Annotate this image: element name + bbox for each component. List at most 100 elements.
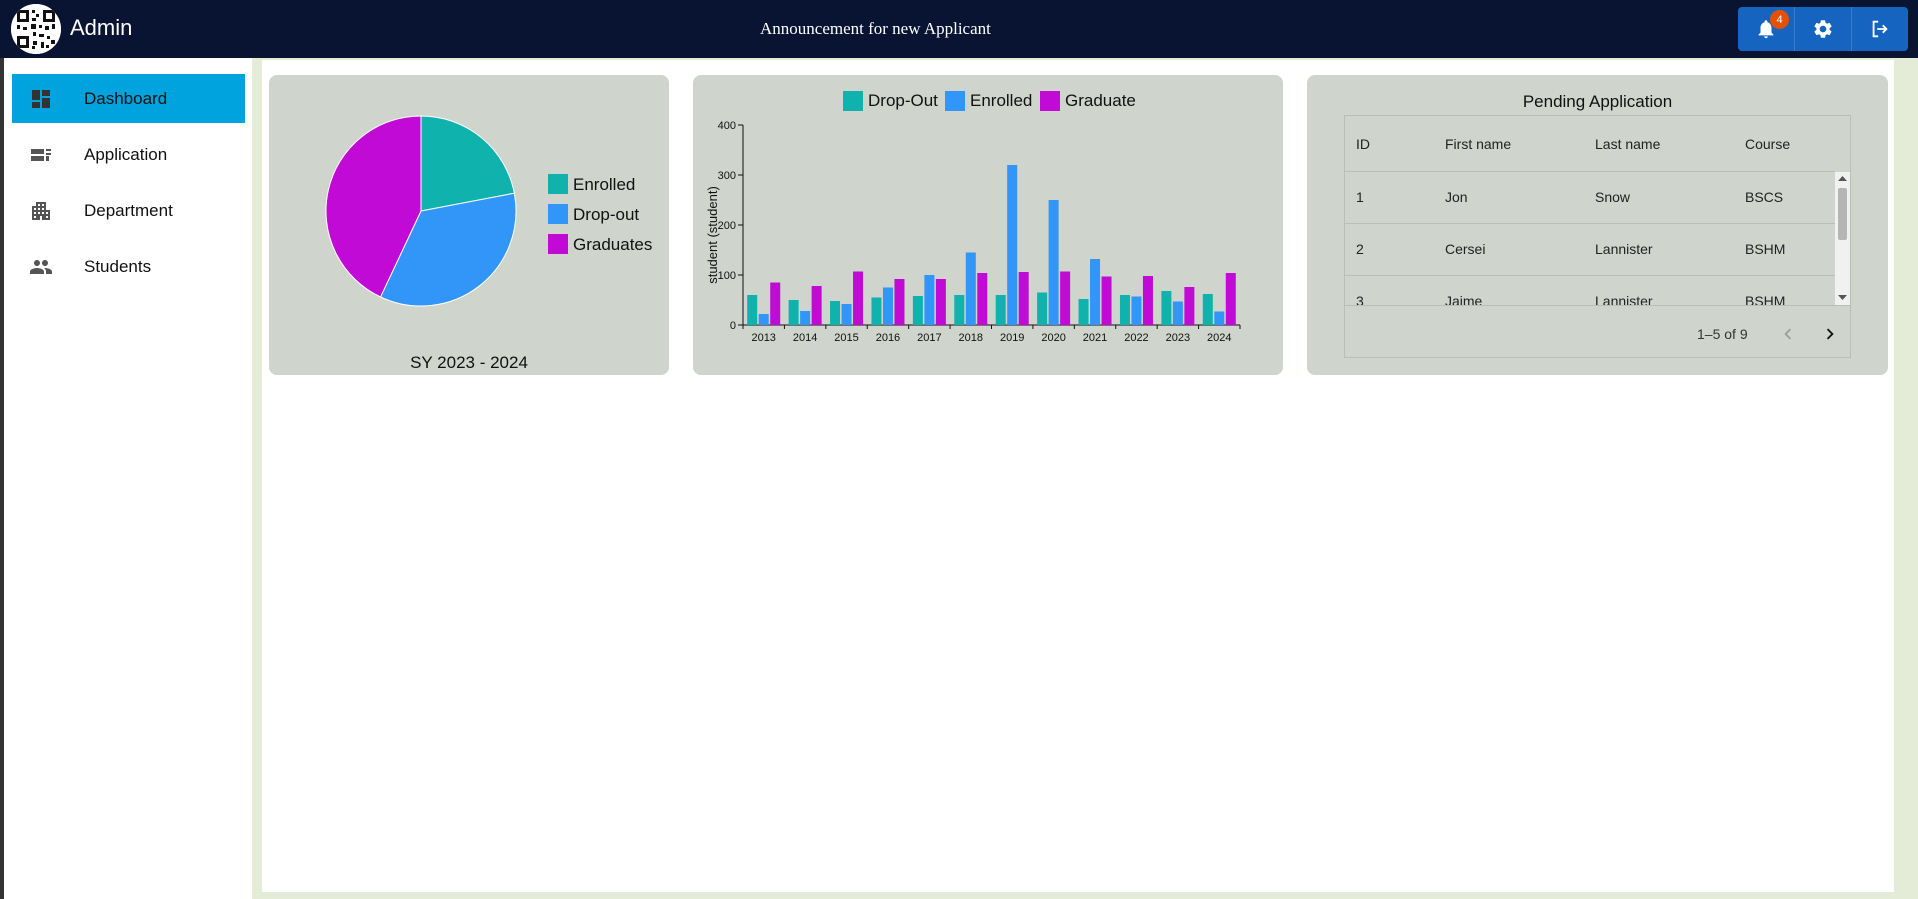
sidebar-item-label: Students xyxy=(84,257,152,276)
pagination-text: 1–5 of 9 xyxy=(1697,326,1748,342)
logo xyxy=(11,4,61,54)
x-tick-label: 2016 xyxy=(876,332,900,344)
legend-swatch-enrolled xyxy=(548,174,568,194)
y-tick-label: 100 xyxy=(718,270,736,282)
cell-last-name: Lannister xyxy=(1595,293,1653,305)
bar-graduate-2020[interactable] xyxy=(1060,271,1071,326)
bar-graduate-2024[interactable] xyxy=(1225,273,1236,325)
bar-graduate-2023[interactable] xyxy=(1184,287,1195,325)
legend-label-dropout: Drop-out xyxy=(573,205,640,224)
cell-last-name: Lannister xyxy=(1595,241,1653,257)
bar-graduate-2021[interactable] xyxy=(1101,276,1112,326)
x-tick-label: 2013 xyxy=(751,332,775,344)
y-tick-label: 400 xyxy=(718,120,736,132)
department-icon xyxy=(32,202,50,220)
x-tick-label: 2018 xyxy=(959,332,983,344)
x-tick-label: 2015 xyxy=(834,332,858,344)
bar-drop-out-2019[interactable] xyxy=(995,295,1006,325)
y-tick-label: 200 xyxy=(718,220,736,232)
settings-button[interactable] xyxy=(1795,7,1852,51)
legend-swatch-graduates xyxy=(548,234,568,254)
prev-page-icon[interactable] xyxy=(1777,323,1799,345)
bar-graduate-2022[interactable] xyxy=(1142,276,1153,325)
bar-enrolled-2024[interactable] xyxy=(1214,311,1225,326)
scroll-down-arrow-icon[interactable] xyxy=(1838,294,1847,301)
sidebar-item-dashboard[interactable]: Dashboard xyxy=(12,74,245,123)
bar-drop-out-2013[interactable] xyxy=(747,295,758,325)
bar-drop-out-2014[interactable] xyxy=(788,300,799,325)
bar-enrolled-2015[interactable] xyxy=(841,304,852,325)
bar-drop-out-2021[interactable] xyxy=(1078,299,1089,325)
x-tick-label: 2014 xyxy=(793,332,817,344)
bar-drop-out-2023[interactable] xyxy=(1161,291,1172,325)
next-page-icon[interactable] xyxy=(1819,323,1841,345)
bar-enrolled-2018[interactable] xyxy=(965,252,976,326)
legend-label-graduates: Graduates xyxy=(573,235,653,254)
x-tick-label: 2017 xyxy=(917,332,941,344)
column-header-first-name[interactable]: First name xyxy=(1445,136,1511,152)
bar-drop-out-2015[interactable] xyxy=(830,301,841,325)
bar-graduate-2016[interactable] xyxy=(894,279,905,325)
bar-enrolled-2014[interactable] xyxy=(800,311,811,325)
bar-enrolled-2016[interactable] xyxy=(882,287,893,326)
logout-button[interactable] xyxy=(1852,7,1908,51)
bar-drop-out-2022[interactable] xyxy=(1119,295,1130,325)
column-header-course[interactable]: Course xyxy=(1745,136,1790,152)
bar-drop-out-2020[interactable] xyxy=(1037,292,1048,326)
dashboard-icon xyxy=(32,90,50,108)
cell-last-name: Snow xyxy=(1595,189,1631,205)
bar-drop-out-2017[interactable] xyxy=(912,296,923,325)
bar-enrolled-2019[interactable] xyxy=(1007,165,1018,325)
bar-graduate-2018[interactable] xyxy=(977,273,988,325)
sidebar-item-application[interactable]: Application xyxy=(12,130,245,179)
bar-graduate-2019[interactable] xyxy=(1018,272,1029,325)
footer-divider xyxy=(1345,305,1850,306)
sidebar-item-department[interactable]: Department xyxy=(12,186,245,235)
table-row[interactable]: 3 Jaime Lannister BSHM xyxy=(1345,276,1835,305)
sidebar-item-students[interactable]: Students xyxy=(12,242,245,291)
cell-first-name: Jaime xyxy=(1445,293,1483,305)
bar-drop-out-2018[interactable] xyxy=(954,295,965,325)
cell-first-name: Jon xyxy=(1445,189,1468,205)
bar-enrolled-2020[interactable] xyxy=(1048,200,1059,325)
top-bar: Admin Announcement for new Applicant 4 xyxy=(0,0,1918,58)
bar-graduate-2013[interactable] xyxy=(770,282,781,326)
cell-id: 1 xyxy=(1356,189,1364,205)
table-scrollbar[interactable] xyxy=(1835,172,1850,305)
top-action-group: 4 xyxy=(1738,7,1908,51)
scrollbar-thumb[interactable] xyxy=(1838,188,1847,240)
bar-enrolled-2023[interactable] xyxy=(1172,301,1183,326)
cell-course: BSHM xyxy=(1745,241,1786,257)
cell-id: 3 xyxy=(1356,293,1364,305)
pie-chart-title: SY 2023 - 2024 xyxy=(410,353,528,372)
x-tick-label: 2022 xyxy=(1124,332,1148,344)
gear-icon xyxy=(1814,20,1832,38)
students-icon xyxy=(30,260,52,274)
scroll-up-arrow-icon[interactable] xyxy=(1838,175,1847,182)
cell-id: 2 xyxy=(1356,241,1364,257)
bar-drop-out-2024[interactable] xyxy=(1202,294,1213,325)
x-tick-label: 2023 xyxy=(1166,332,1190,344)
announcement-text[interactable]: Announcement for new Applicant xyxy=(760,19,991,39)
bar-chart-card: Drop-Out Enrolled Graduate 0 100 200 300 400… xyxy=(693,75,1283,375)
column-header-last-name[interactable]: Last name xyxy=(1595,136,1660,152)
bar-graduate-2014[interactable] xyxy=(811,286,822,325)
sidebar: Dashboard Application Department Student… xyxy=(4,58,252,899)
bar-drop-out-2016[interactable] xyxy=(871,297,882,326)
notifications-button[interactable]: 4 xyxy=(1738,7,1795,51)
x-tick-label: 2020 xyxy=(1041,332,1065,344)
bar-enrolled-2021[interactable] xyxy=(1090,259,1101,325)
bar-chart: 0 100 200 300 400 student (student) 2013 2014 20… xyxy=(705,120,1241,344)
bar-enrolled-2017[interactable] xyxy=(924,275,935,325)
header-divider xyxy=(1345,171,1835,172)
x-tick-label: 2019 xyxy=(1000,332,1024,344)
x-tick-label: 2024 xyxy=(1207,332,1231,344)
bar-graduate-2015[interactable] xyxy=(853,271,864,326)
bar-graduate-2017[interactable] xyxy=(935,279,946,325)
bar-enrolled-2022[interactable] xyxy=(1131,296,1142,326)
bar-enrolled-2013[interactable] xyxy=(758,314,769,325)
logout-icon xyxy=(1872,20,1888,38)
data-grid: ID First name Last name Course 1 Jon Sno… xyxy=(1344,115,1851,358)
column-header-id[interactable]: ID xyxy=(1356,136,1370,152)
cell-course: BSHM xyxy=(1745,293,1786,305)
